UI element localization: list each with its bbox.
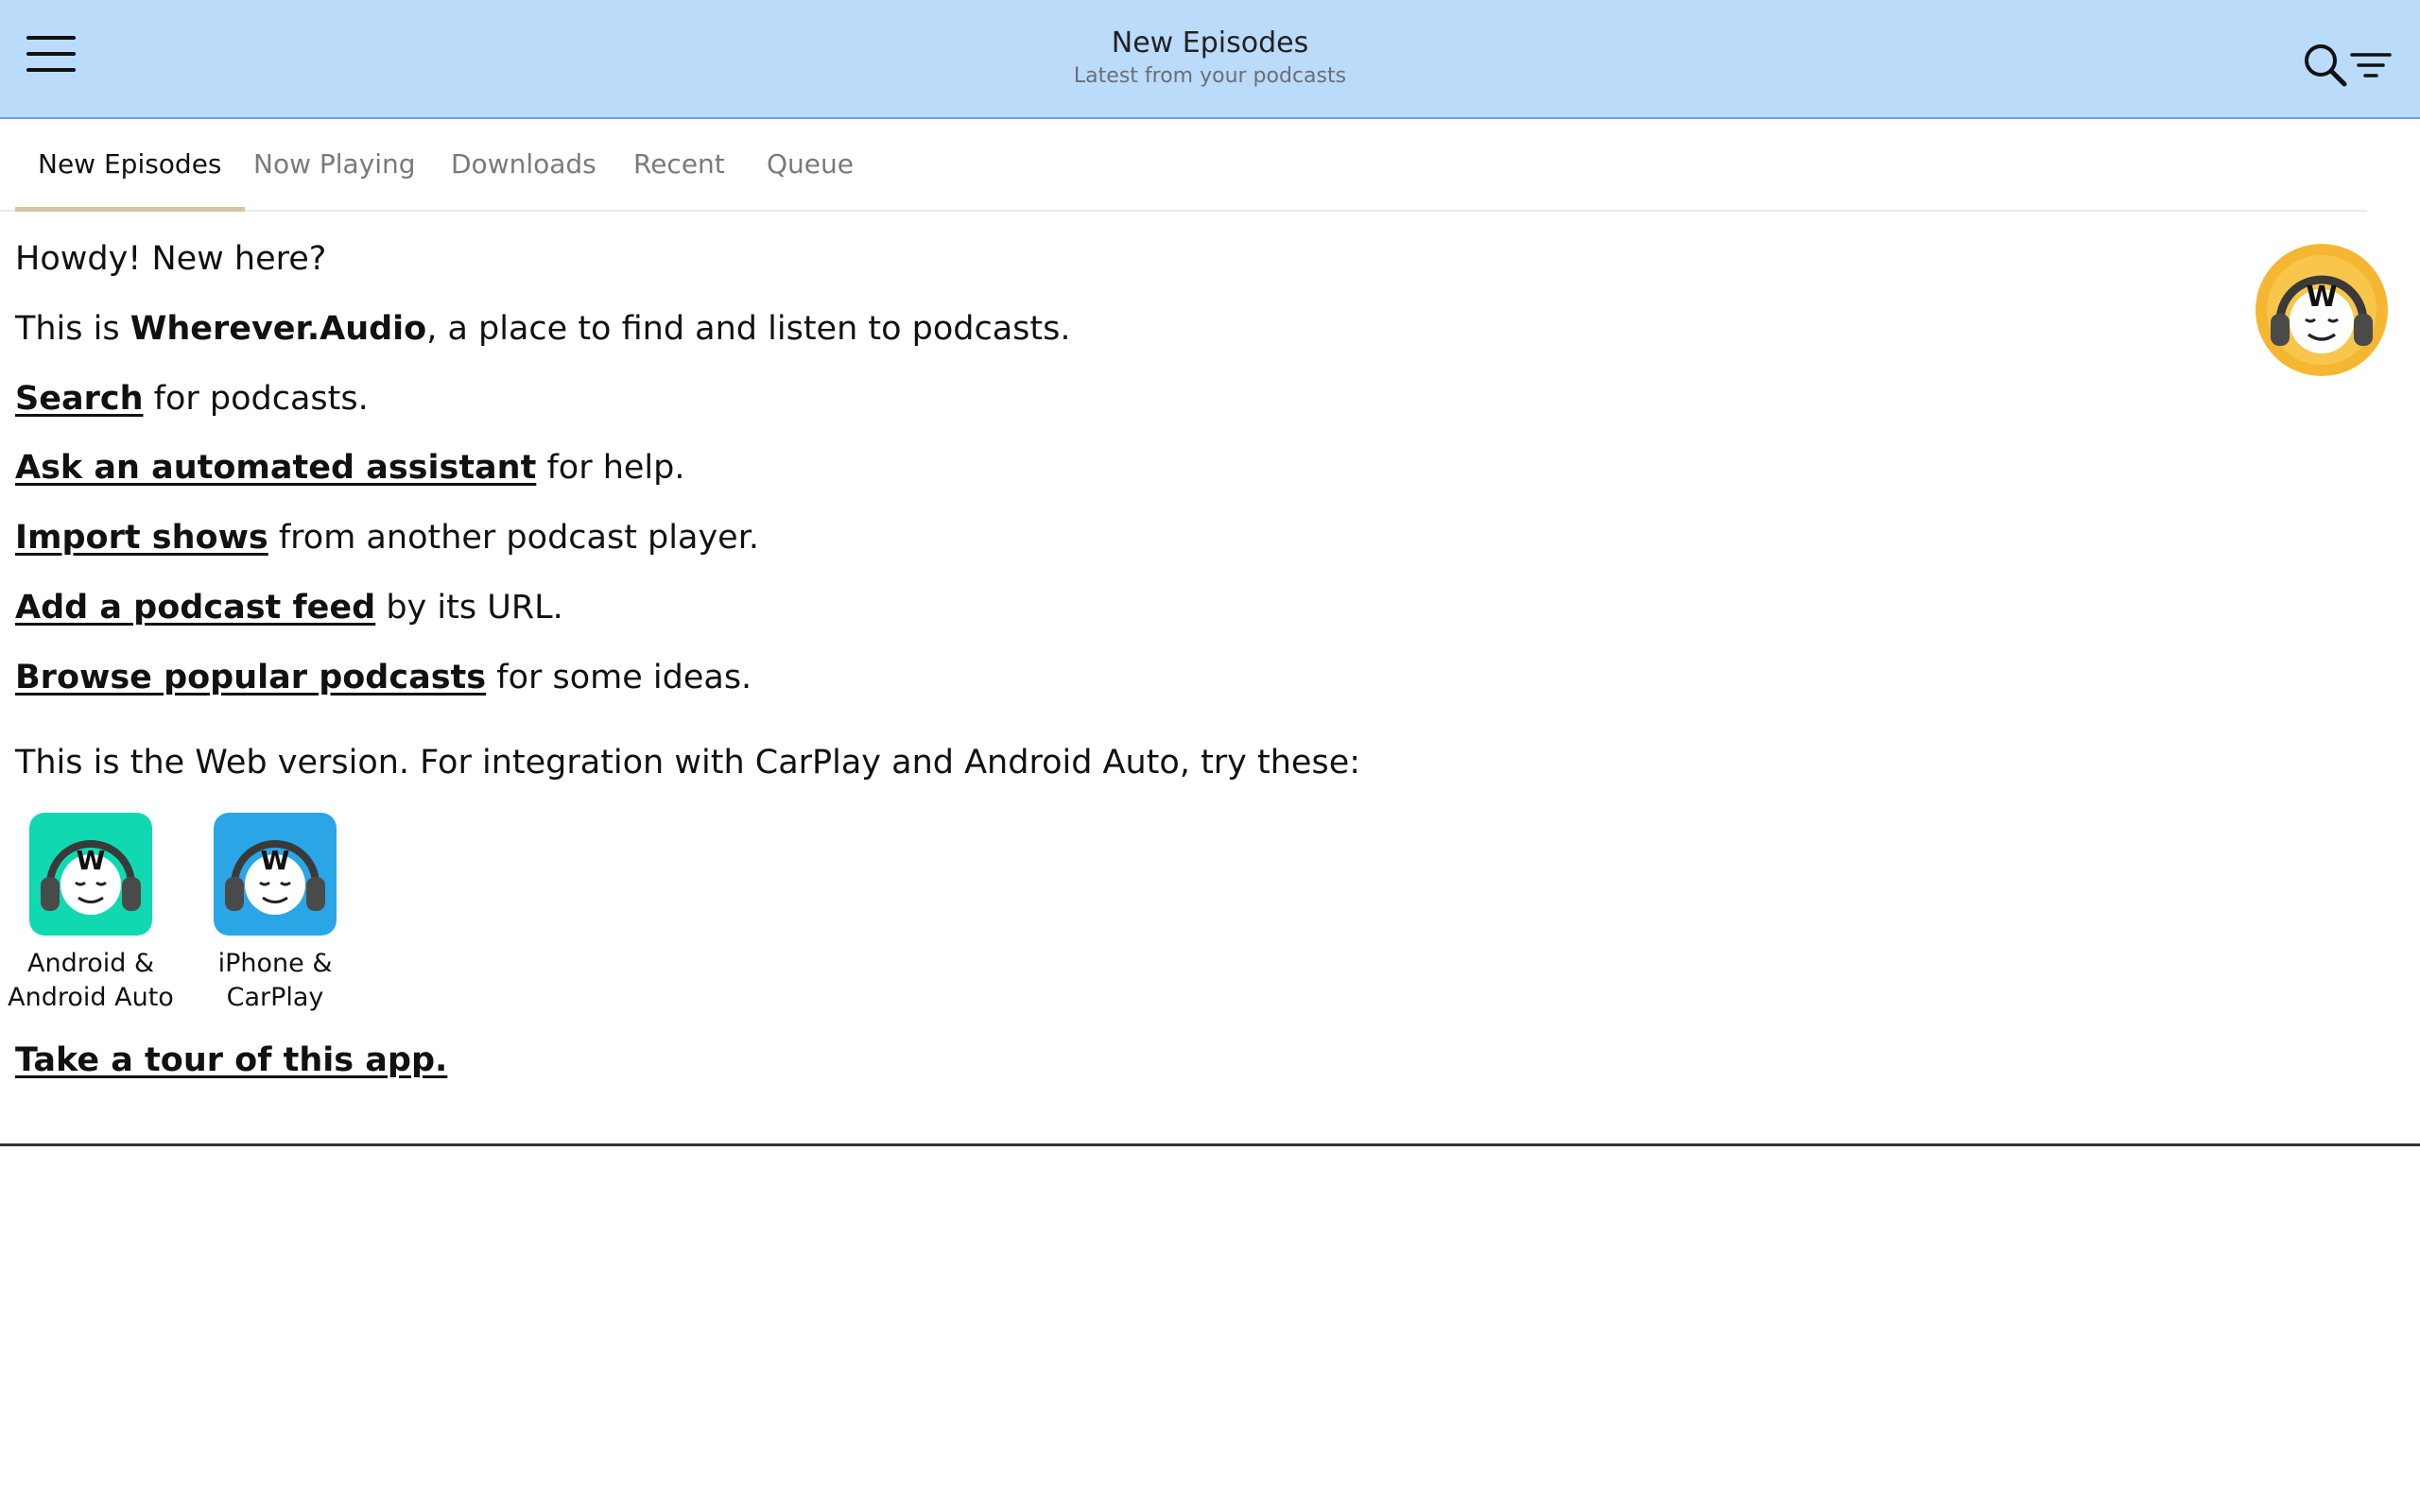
- android-app-icon[interactable]: W: [29, 813, 152, 936]
- greeting: Howdy! New here?: [15, 240, 327, 278]
- tab-recent[interactable]: Recent: [633, 119, 725, 210]
- page-title: New Episodes: [1111, 26, 1309, 60]
- assistant-link[interactable]: Ask an automated assistant: [15, 449, 536, 487]
- caption-line: Android Auto: [8, 983, 174, 1012]
- tab-queue[interactable]: Queue: [767, 119, 854, 210]
- svg-text:W: W: [77, 845, 106, 876]
- iphone-app-badge[interactable]: W: [214, 813, 337, 936]
- search-icon[interactable]: [2303, 42, 2348, 89]
- browse-popular-link[interactable]: Browse popular podcasts: [15, 659, 486, 696]
- add-feed-link[interactable]: Add a podcast feed: [15, 589, 375, 627]
- action-add-feed: Add a podcast feed by its URL.: [15, 587, 563, 628]
- caption-line: iPhone &: [217, 949, 333, 978]
- action-text: for help.: [536, 449, 685, 487]
- take-tour-link[interactable]: Take a tour of this app.: [15, 1041, 447, 1079]
- search-link[interactable]: Search: [15, 380, 144, 418]
- wherever-audio-mascot-icon: W: [2254, 242, 2390, 378]
- svg-text:W: W: [2306, 281, 2337, 314]
- content-divider: [0, 1143, 2420, 1146]
- intro-prefix: This is: [15, 310, 130, 348]
- action-browse: Browse popular podcasts for some ideas.: [15, 657, 752, 698]
- tab-now-playing[interactable]: Now Playing: [253, 119, 416, 210]
- tab-bar: New Episodes Now Playing Downloads Recen…: [0, 119, 2367, 212]
- action-text: by its URL.: [375, 589, 563, 627]
- filter-sort-icon[interactable]: [2350, 49, 2392, 83]
- iphone-caption: iPhone & CarPlay: [181, 947, 370, 1015]
- caption-line: CarPlay: [226, 983, 324, 1012]
- action-search: Search for podcasts.: [15, 378, 369, 420]
- action-import: Import shows from another podcast player…: [15, 517, 759, 558]
- action-text: from another podcast player.: [268, 519, 759, 557]
- iphone-app-icon[interactable]: W: [214, 813, 337, 936]
- page-subtitle: Latest from your podcasts: [1073, 64, 1347, 88]
- action-text: for podcasts.: [143, 380, 369, 418]
- intro-text: This is Wherever.Audio, a place to find …: [15, 308, 1071, 350]
- integration-text: This is the Web version. For integration…: [15, 744, 1361, 782]
- app-bar-titles: New Episodes Latest from your podcasts: [0, 25, 2420, 91]
- android-caption: Android & Android Auto: [0, 947, 185, 1015]
- intro-suffix: , a place to find and listen to podcasts…: [426, 310, 1071, 348]
- action-text: for some ideas.: [486, 659, 752, 696]
- caption-line: Android &: [26, 949, 155, 978]
- svg-text:W: W: [261, 845, 290, 876]
- action-assistant: Ask an automated assistant for help.: [15, 447, 685, 489]
- android-app-badge[interactable]: W: [29, 813, 152, 936]
- import-shows-link[interactable]: Import shows: [15, 519, 268, 557]
- brand-name: Wherever.Audio: [130, 310, 427, 348]
- app-bar: New Episodes Latest from your podcasts: [0, 0, 2420, 119]
- tab-new-episodes[interactable]: New Episodes: [15, 119, 245, 212]
- tab-downloads[interactable]: Downloads: [451, 119, 596, 210]
- tour-row: Take a tour of this app.: [15, 1040, 447, 1081]
